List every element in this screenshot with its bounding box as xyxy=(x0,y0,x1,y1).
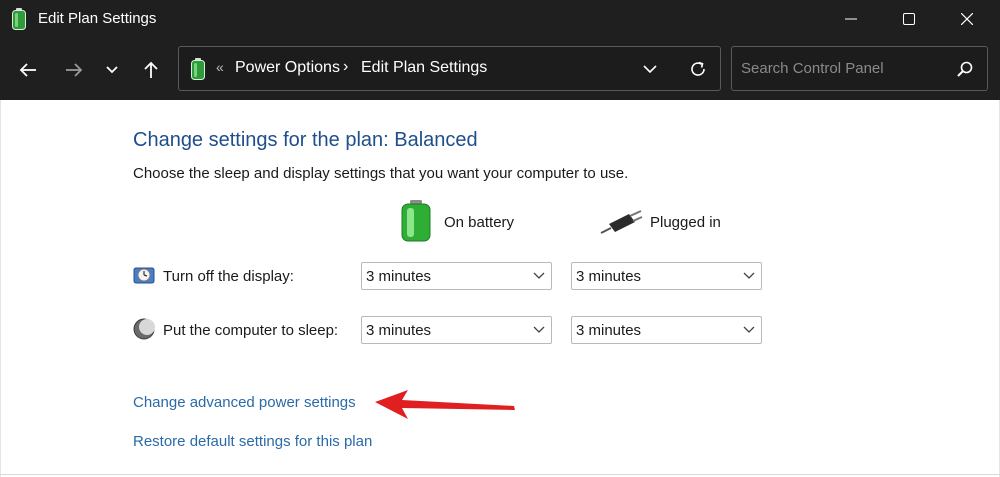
display-timeout-label: Turn off the display: xyxy=(163,268,294,285)
breadcrumb-separator: « xyxy=(216,59,224,75)
title-bar: Edit Plan Settings xyxy=(0,0,1000,38)
close-button[interactable] xyxy=(938,0,996,38)
address-dropdown-button[interactable] xyxy=(637,57,663,81)
battery-column-label: On battery xyxy=(444,214,515,231)
arrow-left-icon xyxy=(19,63,36,77)
search-box[interactable] xyxy=(731,46,988,91)
navigation-bar: « Power Options › Edit Plan Settings xyxy=(0,38,1000,100)
display-timer-icon xyxy=(133,267,155,284)
minimize-icon xyxy=(845,18,857,20)
search-glyph xyxy=(957,61,973,77)
forward-button[interactable] xyxy=(60,56,88,84)
display-plugged-select[interactable]: 3 minutes xyxy=(571,262,762,290)
minimize-button[interactable] xyxy=(822,0,880,38)
breadcrumb-chevron[interactable]: › xyxy=(343,58,348,76)
maximize-button[interactable] xyxy=(880,0,938,38)
chevron-down-icon xyxy=(106,66,118,74)
annotation-arrow-icon xyxy=(375,390,515,419)
maximize-icon xyxy=(903,13,915,25)
plug-icon xyxy=(600,210,643,234)
chevron-down-icon xyxy=(533,326,545,333)
chevron-down-icon xyxy=(743,272,755,279)
select-value: 3 minutes xyxy=(576,268,642,285)
refresh-icon xyxy=(691,61,705,76)
chevron-down-icon xyxy=(643,65,657,74)
sleep-plugged-select[interactable]: 3 minutes xyxy=(571,316,762,344)
plugged-column-label: Plugged in xyxy=(650,214,721,231)
chevron-down-icon xyxy=(533,272,545,279)
search-icon[interactable] xyxy=(954,58,976,80)
breadcrumb-edit-plan-settings[interactable]: Edit Plan Settings xyxy=(361,59,487,77)
close-icon xyxy=(961,13,973,25)
refresh-button[interactable] xyxy=(684,56,712,82)
select-value: 3 minutes xyxy=(576,322,642,339)
advanced-power-settings-link[interactable]: Change advanced power settings xyxy=(133,394,356,411)
sleep-timeout-label: Put the computer to sleep: xyxy=(163,322,339,339)
recent-locations-button[interactable] xyxy=(98,56,126,84)
address-bar[interactable]: « Power Options › Edit Plan Settings xyxy=(178,46,721,91)
page-description: Choose the sleep and display settings th… xyxy=(133,165,629,182)
arrow-right-icon xyxy=(66,63,83,77)
search-input[interactable] xyxy=(732,47,952,90)
back-button[interactable] xyxy=(14,56,42,84)
bottom-divider xyxy=(0,474,1000,475)
battery-icon xyxy=(401,200,431,242)
chevron-down-icon xyxy=(743,326,755,333)
display-battery-select[interactable]: 3 minutes xyxy=(361,262,552,290)
battery-icon xyxy=(191,58,205,80)
arrow-up-icon xyxy=(144,61,158,78)
restore-defaults-link[interactable]: Restore default settings for this plan xyxy=(133,433,372,450)
page-title: Change settings for the plan: Balanced xyxy=(133,129,478,151)
moon-icon xyxy=(133,318,155,340)
battery-icon xyxy=(12,8,26,30)
select-value: 3 minutes xyxy=(366,322,432,339)
up-button[interactable] xyxy=(137,56,165,84)
window-title: Edit Plan Settings xyxy=(38,10,157,27)
select-value: 3 minutes xyxy=(366,268,432,285)
sleep-battery-select[interactable]: 3 minutes xyxy=(361,316,552,344)
breadcrumb-power-options[interactable]: Power Options xyxy=(235,59,340,77)
